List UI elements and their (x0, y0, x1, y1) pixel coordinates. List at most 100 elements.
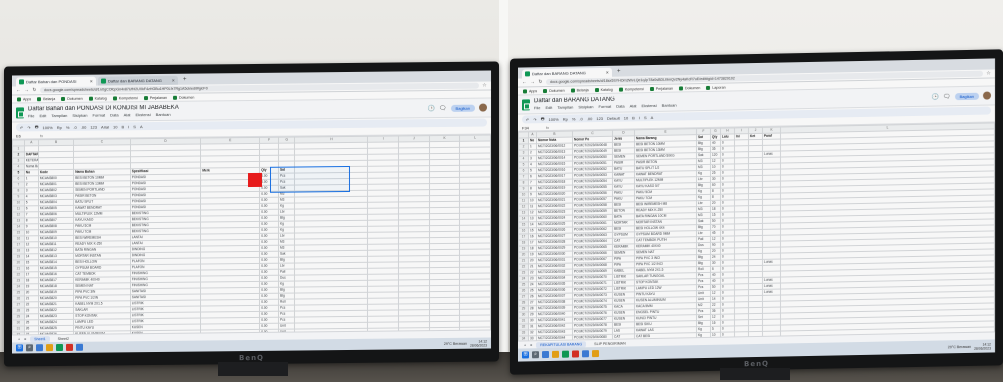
folder-app-icon[interactable] (552, 350, 559, 358)
toolbar-button[interactable]: .0 (579, 116, 582, 121)
toolbar-button[interactable]: Rp (57, 124, 62, 129)
menu-item-tampilan[interactable]: Tampilan (51, 113, 67, 118)
back-icon[interactable]: ← (16, 87, 21, 93)
clock[interactable]: 14:12 28/06/2023 (470, 339, 487, 347)
menu-item-sisipkan[interactable]: Sisipkan (578, 104, 593, 109)
toolbar-button[interactable]: .0 (73, 124, 76, 129)
toolbar-button[interactable]: ↷ (533, 117, 536, 122)
table-cell[interactable]: Nama Bahan (24, 163, 39, 170)
toolbar-button[interactable]: B (121, 124, 124, 129)
sheet-tab[interactable]: Sheet2 (54, 335, 73, 341)
add-sheet-icon[interactable]: + (18, 337, 20, 341)
table-cell[interactable]: DAFTAR BAHAN (24, 151, 39, 158)
toolbar-button[interactable]: 🖶 (35, 124, 39, 131)
bookmark-item[interactable]: Apps (17, 97, 31, 101)
history-icon[interactable]: 🕒 (931, 93, 938, 100)
toolbar-button[interactable]: ↶ (526, 117, 529, 122)
forward-icon[interactable]: → (24, 87, 29, 93)
chrome-app-icon[interactable] (562, 350, 569, 358)
history-icon[interactable]: 🕒 (427, 105, 434, 112)
close-tab-icon[interactable]: ✕ (606, 70, 609, 75)
files-app-icon[interactable] (592, 350, 599, 358)
bookmark-item[interactable]: Perjalanan (143, 95, 167, 100)
bookmark-item[interactable]: Belanja (37, 97, 55, 101)
bookmark-item[interactable]: Dokumen (543, 88, 565, 93)
bookmark-item[interactable]: Belanja (570, 88, 589, 93)
sheet-tab[interactable]: Sheet1 (30, 335, 50, 342)
toolbar-button[interactable]: 10 (624, 115, 628, 120)
toolbar-button[interactable]: 100% (43, 125, 53, 130)
toolbar-button[interactable]: .00 (587, 116, 593, 121)
bookmark-item[interactable]: Kompetensi (112, 96, 138, 100)
share-button[interactable]: Bagikan (450, 104, 475, 112)
bookmark-item[interactable]: Katalog (594, 87, 613, 92)
toolbar-button[interactable]: A (651, 114, 654, 119)
toolbar-button[interactable]: 🖶 (541, 116, 545, 123)
menu-item-file[interactable]: File (534, 105, 540, 110)
browser-tab[interactable]: Daftar dan BARANG DATANG ✕ (98, 75, 178, 86)
name-box[interactable]: E6 (16, 133, 36, 138)
browser-tab-active[interactable]: Daftar dan BARANG DATANG ✕ (522, 67, 612, 79)
chrome-app-icon[interactable] (56, 343, 63, 352)
toolbar-button[interactable]: .00 (81, 124, 87, 129)
all-sheets-icon[interactable]: ≡ (530, 343, 532, 347)
reload-icon[interactable]: ↻ (32, 87, 37, 93)
share-button[interactable]: Bagikan (954, 92, 979, 100)
avatar[interactable] (479, 103, 487, 112)
selection-range[interactable] (270, 165, 350, 193)
menu-item-format[interactable]: Format (599, 104, 612, 109)
bookmark-item[interactable]: Dokumen (172, 95, 194, 100)
office-app-icon[interactable] (572, 350, 579, 358)
toolbar-button[interactable]: % (572, 116, 576, 121)
edge-app-icon[interactable] (542, 350, 549, 359)
avatar[interactable] (983, 91, 991, 100)
toolbar-button[interactable]: A (140, 124, 143, 129)
toolbar-button[interactable]: Arial (101, 124, 109, 129)
search-icon[interactable]: ⌕ (26, 344, 33, 352)
menu-item-edit[interactable]: Edit (39, 113, 46, 118)
star-icon[interactable]: ☆ (986, 70, 991, 77)
menu-item-bantuan[interactable]: Bantuan (662, 103, 677, 108)
forward-icon[interactable]: → (530, 79, 535, 85)
star-icon[interactable]: ☆ (482, 83, 487, 89)
windows-start-icon[interactable]: ⊞ (16, 344, 23, 352)
edge-app-icon[interactable] (36, 344, 43, 352)
toolbar-button[interactable]: ↷ (27, 125, 30, 130)
menu-item-file[interactable]: File (28, 113, 34, 118)
toolbar-button[interactable]: 123 (596, 115, 603, 120)
red-highlight-cell[interactable] (248, 172, 262, 188)
spreadsheet-grid[interactable]: ABCDEFGHIJKL12DAFTAR BAHAN3KETERANGAN4Na… (12, 134, 491, 354)
weather-widget[interactable]: 29°C Berawan (948, 344, 971, 348)
menu-item-alat[interactable]: Alat (630, 103, 637, 108)
name-box[interactable]: F34 (522, 125, 542, 130)
menu-item-alat[interactable]: Alat (124, 112, 131, 117)
bookmark-item[interactable]: Kompetensi (618, 87, 644, 92)
menu-item-ekstensi[interactable]: Ekstensi (642, 103, 657, 108)
office-app-icon[interactable] (66, 343, 73, 351)
back-icon[interactable]: ← (522, 79, 527, 85)
menu-item-edit[interactable]: Edit (545, 105, 552, 110)
menu-item-bantuan[interactable]: Bantuan (156, 112, 171, 117)
new-tab-icon[interactable]: + (614, 68, 624, 77)
toolbar-button[interactable]: Default (607, 115, 620, 120)
new-tab-icon[interactable]: + (180, 76, 190, 85)
toolbar-button[interactable]: Rp (563, 116, 568, 121)
folder-app-icon[interactable] (46, 344, 53, 352)
bookmark-item[interactable]: Dokumen (61, 96, 83, 101)
toolbar-button[interactable]: S (133, 124, 136, 129)
comment-icon[interactable]: 🗨 (943, 93, 951, 100)
toolbar-button[interactable]: I (639, 115, 640, 120)
bookmark-item[interactable]: Katalog (88, 96, 107, 101)
comment-icon[interactable]: 🗨 (439, 104, 447, 111)
menu-item-data[interactable]: Data (110, 112, 118, 117)
browser-tab-active[interactable]: Daftar Bahan dan PONDASI ✕ (16, 76, 96, 87)
toolbar-button[interactable]: B (632, 115, 635, 120)
search-icon[interactable]: ⌕ (532, 351, 539, 359)
windows-start-icon[interactable]: ⊞ (522, 351, 529, 359)
menu-item-format[interactable]: Format (93, 113, 106, 118)
mail-app-icon[interactable] (76, 343, 83, 351)
toolbar-button[interactable]: 100% (549, 116, 559, 121)
toolbar-button[interactable]: S (644, 115, 647, 120)
menu-item-sisipkan[interactable]: Sisipkan (72, 113, 87, 118)
weather-widget[interactable]: 29°C Berawan (444, 341, 467, 345)
